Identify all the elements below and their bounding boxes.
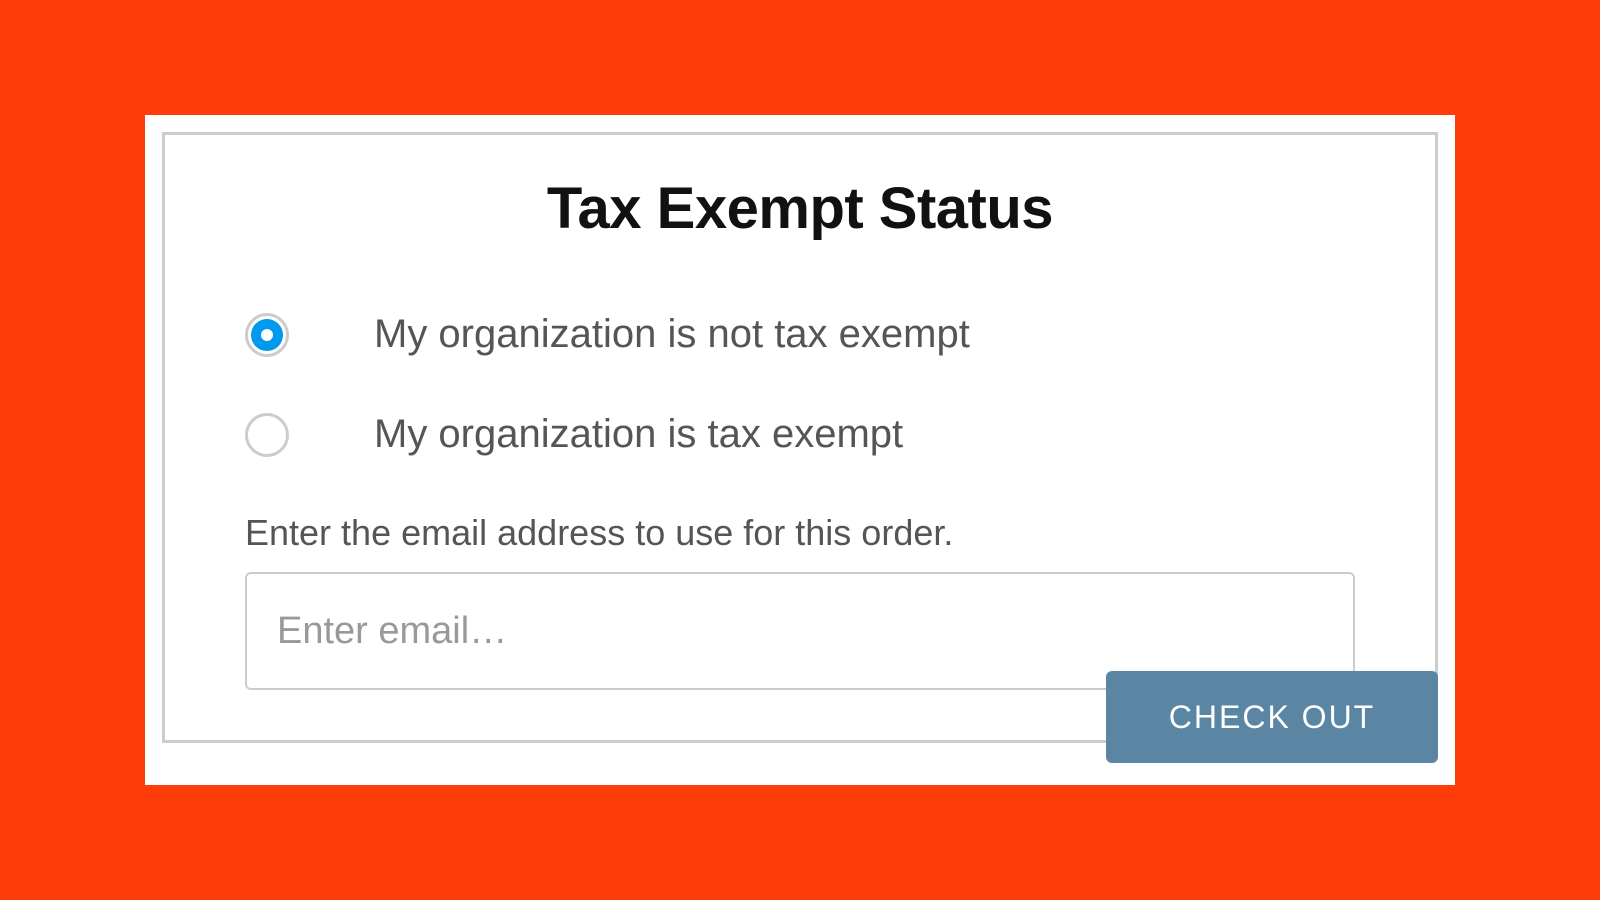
form-title: Tax Exempt Status bbox=[245, 175, 1355, 242]
email-prompt-label: Enter the email address to use for this … bbox=[245, 512, 1355, 554]
tax-exempt-panel: Tax Exempt Status My organization is not… bbox=[145, 115, 1455, 785]
radio-not-tax-exempt[interactable]: My organization is not tax exempt bbox=[245, 312, 1355, 357]
checkout-button[interactable]: CHECK OUT bbox=[1106, 671, 1438, 763]
radio-button-unselected-icon bbox=[245, 413, 289, 457]
radio-label: My organization is not tax exempt bbox=[374, 312, 970, 357]
radio-button-selected-icon bbox=[245, 313, 289, 357]
radio-label: My organization is tax exempt bbox=[374, 412, 903, 457]
tax-exempt-radio-group: My organization is not tax exempt My org… bbox=[245, 312, 1355, 457]
form-frame: Tax Exempt Status My organization is not… bbox=[162, 132, 1438, 743]
radio-tax-exempt[interactable]: My organization is tax exempt bbox=[245, 412, 1355, 457]
